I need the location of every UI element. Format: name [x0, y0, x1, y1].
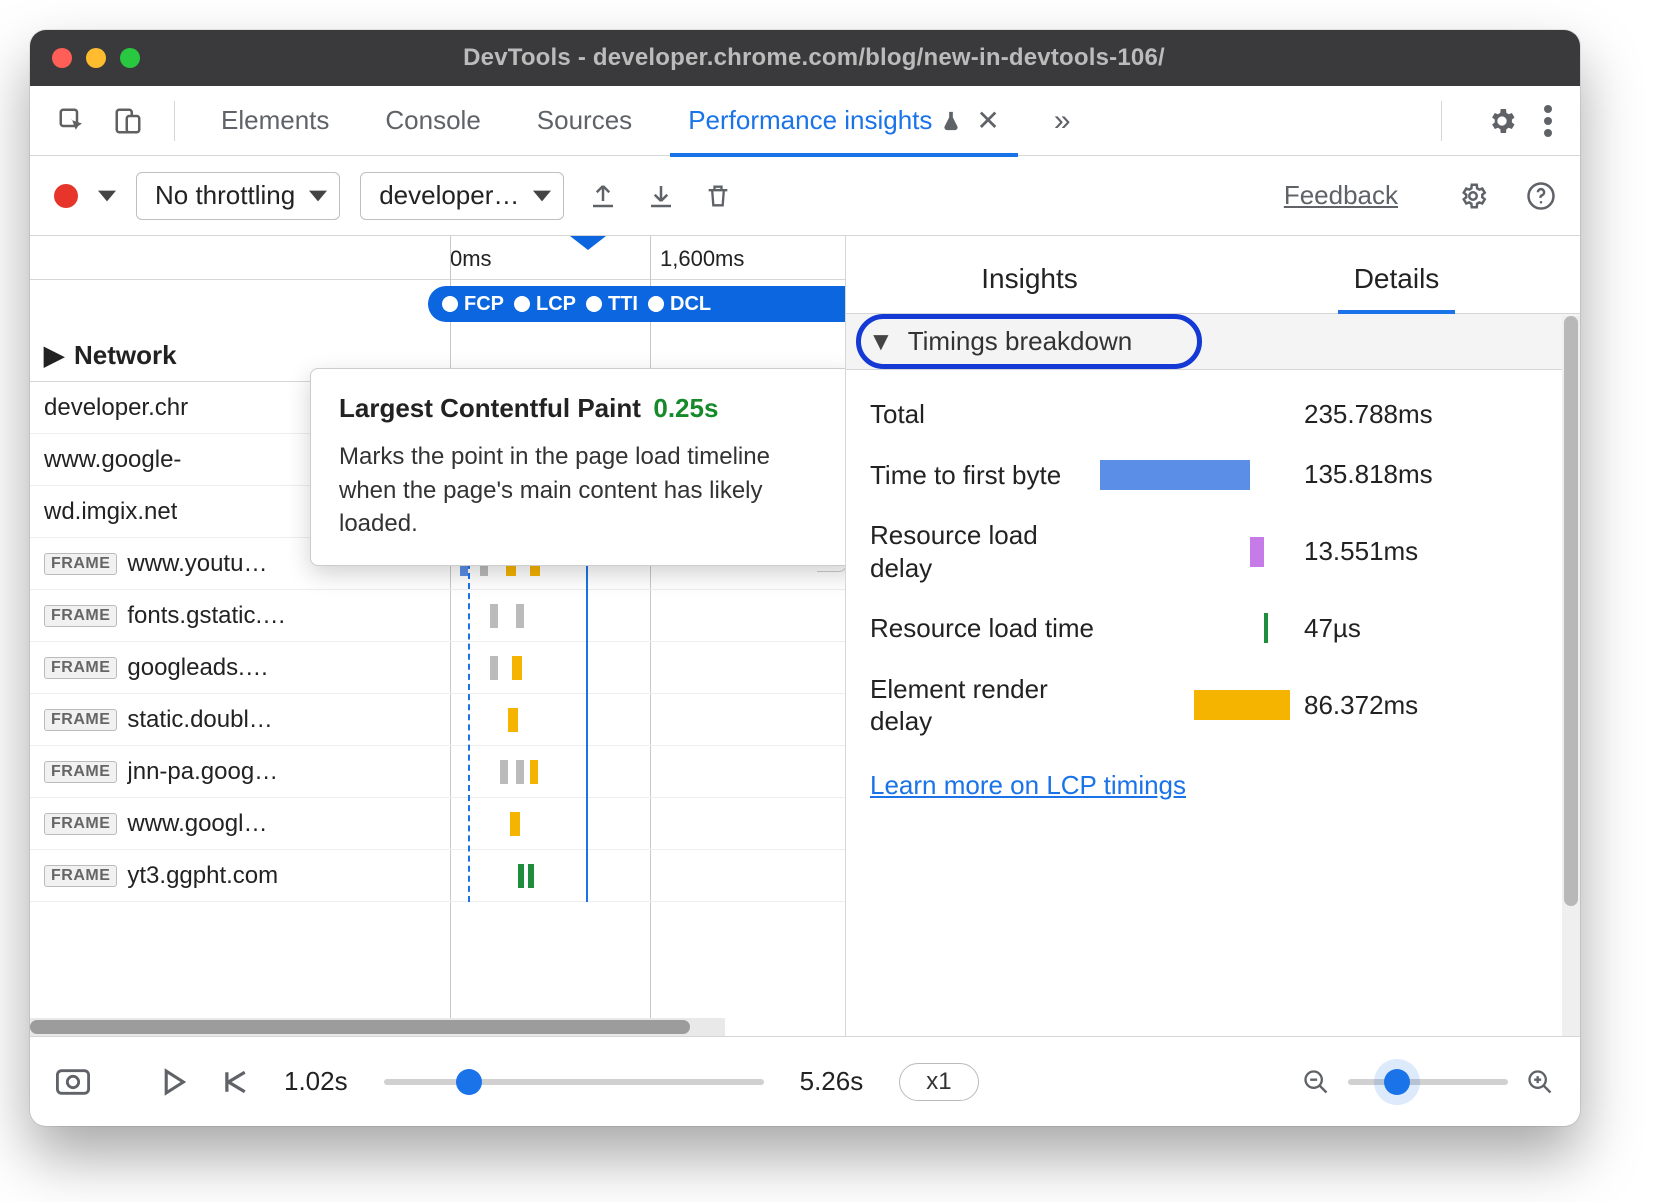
panel-settings-icon[interactable]: [1458, 181, 1488, 211]
record-button[interactable]: [54, 184, 78, 208]
learn-more-link[interactable]: Learn more on LCP timings: [870, 770, 1556, 801]
timings-list: Total 235.788ms Time to first byte 135.8…: [846, 370, 1580, 825]
import-icon[interactable]: [646, 181, 676, 211]
ruler-tick: 1,600ms: [660, 246, 744, 272]
zoom-out-icon[interactable]: [1302, 1068, 1330, 1096]
timing-markers-pill[interactable]: FCP LCP TTI DCL: [428, 286, 846, 322]
screenshot-toggle-icon[interactable]: [56, 1068, 90, 1096]
tooltip-time: 0.25s: [653, 393, 718, 423]
network-row[interactable]: FRAMEfonts.gstatic.…: [30, 590, 845, 642]
timings-breakdown-header[interactable]: ▼ Timings breakdown: [846, 314, 1580, 370]
network-row[interactable]: FRAMEjnn-pa.goog…: [30, 746, 845, 798]
minimize-window-button[interactable]: [86, 48, 106, 68]
tooltip-title: Largest Contentful Paint: [339, 393, 641, 423]
main-tabs-bar: Elements Console Sources Performance ins…: [30, 86, 1580, 156]
playback-speed[interactable]: x1: [899, 1063, 978, 1101]
timing-row-ttfb: Time to first byte 135.818ms: [870, 445, 1556, 506]
marker-dcl[interactable]: DCL: [648, 293, 711, 316]
timing-row-total: Total 235.788ms: [870, 384, 1556, 445]
lcp-tooltip: Largest Contentful Paint 0.25s Marks the…: [310, 368, 846, 566]
close-window-button[interactable]: [52, 48, 72, 68]
flask-icon: [940, 108, 962, 134]
throttling-select[interactable]: No throttling: [136, 172, 340, 220]
export-icon[interactable]: [588, 181, 618, 211]
right-tabs: Insights Details: [846, 236, 1580, 314]
origin-label: developer…: [379, 180, 519, 211]
tab-elements[interactable]: Elements: [193, 86, 357, 156]
skip-start-icon[interactable]: [222, 1069, 248, 1095]
disclosure-triangle-icon: ▶: [44, 340, 64, 371]
tab-insights[interactable]: Insights: [883, 245, 1177, 313]
throttling-label: No throttling: [155, 180, 295, 211]
kebab-menu-icon[interactable]: [1544, 105, 1552, 137]
playback-end-time: 5.26s: [800, 1066, 864, 1097]
zoom-slider[interactable]: [1348, 1079, 1508, 1085]
inspect-element-icon[interactable]: [54, 103, 90, 139]
tab-sources[interactable]: Sources: [509, 86, 660, 156]
timing-row-load-delay: Resource load delay 13.551ms: [870, 505, 1556, 598]
marker-fcp[interactable]: FCP: [442, 293, 504, 316]
network-row[interactable]: FRAMEyt3.ggpht.com: [30, 850, 845, 902]
playhead-handle[interactable]: [570, 236, 606, 250]
divider: [1441, 101, 1442, 141]
delete-icon[interactable]: [704, 181, 732, 211]
disclosure-triangle-down-icon: ▼: [868, 326, 894, 357]
tooltip-body: Marks the point in the page load timelin…: [339, 440, 831, 541]
tab-details[interactable]: Details: [1250, 245, 1544, 313]
perf-toolbar: No throttling developer… Feedback: [30, 156, 1580, 236]
ruler-tick: 0ms: [450, 246, 492, 272]
timing-row-load-time: Resource load time 47µs: [870, 598, 1556, 659]
vertical-scrollbar[interactable]: [1562, 316, 1580, 1036]
feedback-link[interactable]: Feedback: [1284, 180, 1398, 211]
horizontal-scrollbar[interactable]: [30, 1018, 725, 1036]
marker-lcp[interactable]: LCP: [514, 293, 576, 316]
network-row[interactable]: FRAMEgoogleads.…: [30, 642, 845, 694]
zoom-in-icon[interactable]: [1526, 1068, 1554, 1096]
record-menu-caret[interactable]: [98, 190, 116, 202]
time-ruler[interactable]: 0ms 1,600ms 3,: [30, 236, 845, 280]
devtools-window: DevTools - developer.chrome.com/blog/new…: [30, 30, 1580, 1126]
window-title: DevTools - developer.chrome.com/blog/new…: [140, 44, 1488, 72]
playback-slider[interactable]: [384, 1079, 764, 1085]
divider: [174, 101, 175, 141]
origin-select[interactable]: developer…: [360, 172, 564, 220]
timeline-panel: 0ms 1,600ms 3, FCP LCP TTI DCL ▶ Network: [30, 236, 846, 1036]
more-tabs-button[interactable]: »: [1054, 104, 1071, 138]
tab-console[interactable]: Console: [357, 86, 508, 156]
close-tab-icon[interactable]: ✕: [976, 104, 999, 137]
settings-icon[interactable]: [1486, 105, 1518, 137]
zoom-window-button[interactable]: [120, 48, 140, 68]
tab-performance-insights[interactable]: Performance insights ✕: [660, 86, 1028, 156]
traffic-lights: [52, 48, 140, 68]
titlebar: DevTools - developer.chrome.com/blog/new…: [30, 30, 1580, 86]
playback-footer: 1.02s 5.26s x1: [30, 1036, 1580, 1126]
marker-tti[interactable]: TTI: [586, 293, 638, 316]
details-panel: Insights Details ▼ Timings breakdown Tot…: [846, 236, 1580, 1036]
chevron-down-icon: [533, 190, 551, 202]
play-icon[interactable]: [162, 1068, 186, 1096]
chevron-down-icon: [309, 190, 327, 202]
help-icon[interactable]: [1526, 181, 1556, 211]
network-row[interactable]: FRAMEwww.googl…: [30, 798, 845, 850]
playback-start-time: 1.02s: [284, 1066, 348, 1097]
device-toggle-icon[interactable]: [110, 103, 146, 139]
timing-row-render-delay: Element render delay 86.372ms: [870, 659, 1556, 752]
network-row[interactable]: FRAMEstatic.doubl…: [30, 694, 845, 746]
